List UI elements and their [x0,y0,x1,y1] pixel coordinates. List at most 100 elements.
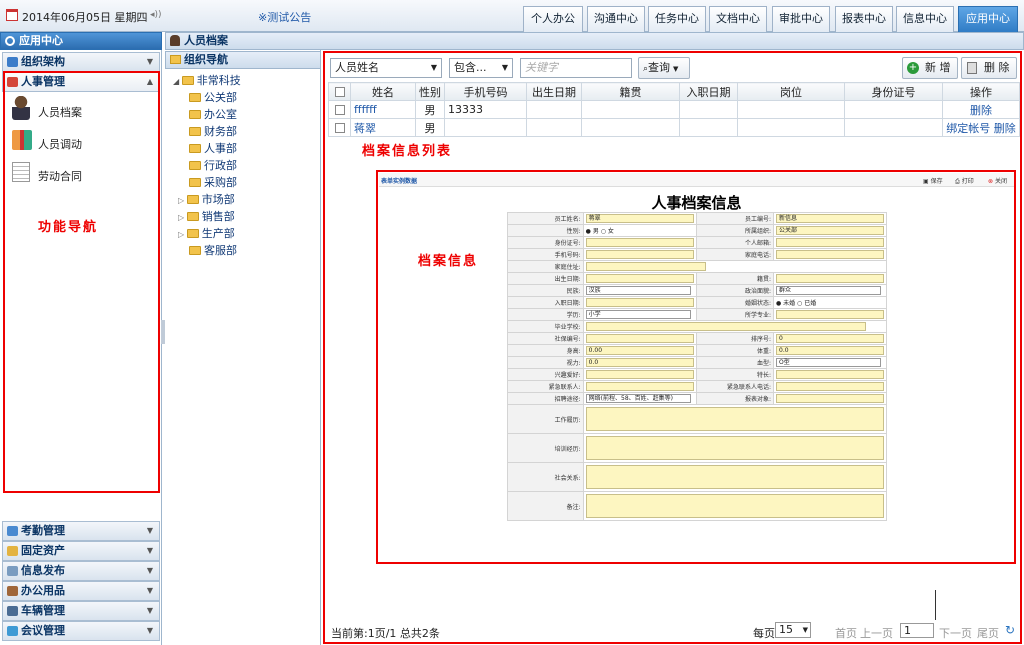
form-field[interactable] [585,274,694,283]
name-link[interactable]: 蒋翠 [350,118,416,137]
form-field[interactable]: 小学 [585,310,691,319]
tree-dept[interactable]: 公关部 [189,90,237,106]
accordion-attendance[interactable]: 考勤管理 ▼ [2,521,160,541]
notice-link[interactable]: ※测试公告 [258,9,311,25]
form-textarea[interactable] [585,407,884,431]
form-field[interactable]: ● 未婚 ○ 已婚 [776,300,816,307]
tree-dept[interactable]: 采购部 [189,175,237,191]
tree-dept[interactable]: 财务部 [189,124,237,140]
form-textarea[interactable] [585,436,884,460]
form-field[interactable] [585,250,694,259]
tree-dept[interactable]: 人事部 [189,141,237,157]
form-field[interactable]: 0.0 [776,346,884,355]
form-field[interactable]: 新信息 [776,214,884,223]
delete-button[interactable]: 删 除 [961,57,1017,79]
form-field[interactable] [585,370,694,379]
form-field[interactable]: 0.0 [585,358,694,367]
form-field[interactable]: 群众 [776,286,881,295]
accordion-vehicle[interactable]: 车辆管理 ▼ [2,601,160,621]
col-mobile[interactable]: 手机号码 [444,82,527,101]
select-all-checkbox[interactable] [328,82,351,101]
form-field[interactable]: 0 [776,334,884,343]
form-field[interactable]: 网络(前程、58、百姓、赶集等) [585,394,691,403]
close-button[interactable]: ⊗ 关闭 [988,176,1007,185]
form-textarea[interactable] [585,494,884,518]
tree-dept[interactable]: 行政部 [189,158,237,174]
tab-app[interactable]: 应用中心 [958,6,1018,32]
tab-personal[interactable]: 个人办公 [523,6,583,32]
delete-link[interactable]: 删除 [994,122,1016,135]
form-field[interactable] [776,382,884,391]
page-input[interactable]: 1 [900,623,934,638]
delete-link[interactable]: 删除 [970,104,992,117]
expand-icon[interactable]: ▷ [178,213,187,222]
tree-dept[interactable]: ▷ 生产部 [178,226,235,242]
table-row[interactable]: 蒋翠 男 绑定帐号 删除 [328,118,1020,137]
form-field[interactable] [776,274,884,283]
form-field[interactable] [776,250,884,259]
print-button[interactable]: ⎙ 打印 [955,176,974,186]
table-row[interactable]: ffffff 男 13333 删除 [328,100,1020,119]
field-select[interactable]: 人员姓名 ▼ [330,58,442,78]
form-field[interactable]: 0.00 [585,346,694,355]
form-field[interactable]: 公关部 [776,226,884,235]
last-page-button[interactable]: 尾页 [977,625,999,641]
col-join[interactable]: 入职日期 [679,82,738,101]
form-field[interactable]: 汉族 [585,286,691,295]
prev-page-button[interactable]: 上一页 [860,625,893,641]
first-page-button[interactable]: 首页 [835,625,857,641]
form-field[interactable] [585,238,694,247]
row-checkbox[interactable] [328,100,351,119]
expand-icon[interactable]: ▷ [178,230,187,239]
accordion-publish[interactable]: 信息发布 ▼ [2,561,160,581]
form-field[interactable]: O型 [776,358,881,367]
form-field[interactable] [776,394,884,403]
tree-dept[interactable]: ▷ 市场部 [178,192,235,208]
expand-icon[interactable]: ▷ [178,196,187,205]
tab-info[interactable]: 信息中心 [896,6,954,32]
col-name[interactable]: 姓名 [350,82,416,101]
tree-root[interactable]: ◢ 非常科技 [173,73,241,89]
col-sex[interactable]: 性别 [415,82,445,101]
save-button[interactable]: ▣ 保存 [923,176,943,185]
tree-dept[interactable]: ▷ 销售部 [178,209,235,225]
tab-report[interactable]: 报表中心 [835,6,893,32]
form-field[interactable]: ● 男 ○ 女 [586,228,614,235]
operator-select[interactable]: 包含... ▼ [449,58,513,78]
col-idcard[interactable]: 身份证号 [844,82,943,101]
col-birth[interactable]: 出生日期 [526,82,582,101]
accordion-meeting[interactable]: 会议管理 ▼ [2,621,160,641]
col-post[interactable]: 岗位 [737,82,845,101]
form-field[interactable] [585,262,706,271]
form-field[interactable] [776,238,884,247]
next-page-button[interactable]: 下一页 [939,625,972,641]
row-checkbox[interactable] [328,118,351,137]
page-size-select[interactable]: 15 ▼ [775,622,811,638]
accordion-org[interactable]: 组织架构 ▼ [2,52,160,72]
form-field[interactable] [585,322,866,331]
keyword-input[interactable]: 关键字 [520,58,632,78]
form-field[interactable] [585,382,694,391]
tab-document[interactable]: 文档中心 [709,6,767,32]
bind-account-link[interactable]: 绑定帐号 [946,122,990,135]
accordion-assets[interactable]: 固定资产 ▼ [2,541,160,561]
tab-approval[interactable]: 审批中心 [772,6,830,32]
tab-task[interactable]: 任务中心 [648,6,706,32]
refresh-icon[interactable]: ↻ [1005,623,1015,637]
tree-dept[interactable]: 办公室 [189,107,237,123]
form-field[interactable] [776,310,884,319]
form-field[interactable]: 蒋翠 [585,214,694,223]
col-native[interactable]: 籍贯 [581,82,680,101]
tab-communication[interactable]: 沟通中心 [587,6,645,32]
calendar-icon [6,9,18,21]
form-textarea[interactable] [585,465,884,489]
tree-dept[interactable]: 客服部 [189,243,237,259]
form-field[interactable] [585,334,694,343]
query-button[interactable]: ⌕查询 ▼ [638,57,690,79]
folder-icon [189,144,201,153]
add-button[interactable]: + 新 增 [902,57,958,79]
form-field[interactable] [776,370,884,379]
name-link[interactable]: ffffff [350,100,416,119]
form-field[interactable] [585,298,694,307]
accordion-supplies[interactable]: 办公用品 ▼ [2,581,160,601]
